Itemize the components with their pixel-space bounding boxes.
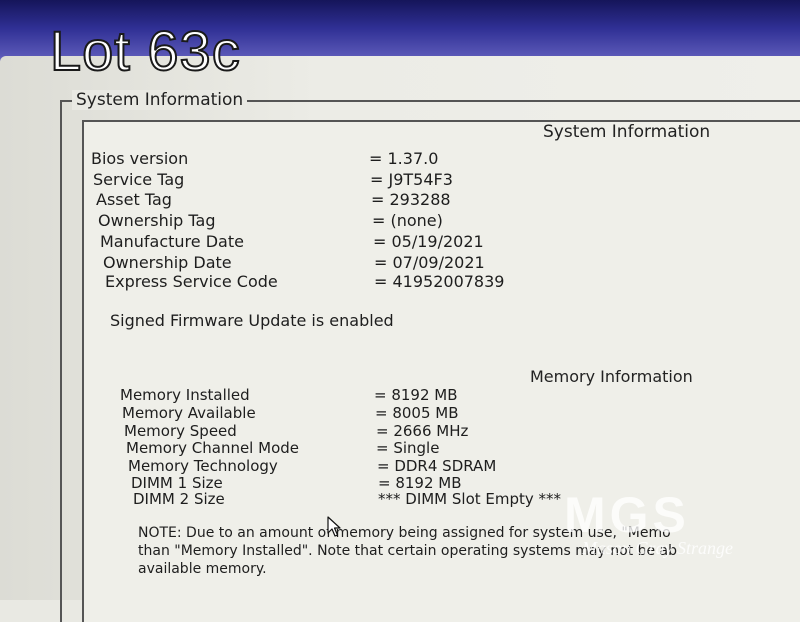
- watermark-logo: MGS: [564, 487, 690, 543]
- memory-label: Memory Speed: [124, 422, 237, 440]
- memory-label: Memory Installed: [120, 386, 250, 404]
- memory-label: Memory Technology: [128, 457, 278, 475]
- info-label: Asset Tag: [96, 190, 172, 209]
- info-value: = 05/19/2021: [373, 232, 484, 251]
- info-label: Service Tag: [93, 170, 185, 189]
- firmware-status: Signed Firmware Update is enabled: [110, 311, 394, 330]
- memory-label: Memory Channel Mode: [126, 439, 299, 457]
- panel-heading: System Information: [543, 122, 711, 142]
- memory-value: = 8192 MB: [374, 386, 458, 404]
- info-label: Ownership Date: [103, 253, 232, 272]
- mouse-pointer-icon: [327, 516, 341, 537]
- info-value: = 1.37.0: [369, 149, 439, 168]
- info-label: Express Service Code: [105, 272, 278, 291]
- photo-lot-label: Lot 63c: [49, 18, 241, 83]
- memory-label: DIMM 2 Size: [133, 490, 225, 508]
- info-value: = (none): [372, 211, 443, 230]
- memory-value: = 2666 MHz: [376, 422, 469, 440]
- memory-value: = Single: [376, 439, 440, 457]
- info-label: Manufacture Date: [100, 232, 244, 251]
- memory-label: Memory Available: [122, 404, 256, 422]
- memory-value: = DDR4 SDRAM: [377, 457, 497, 475]
- note-line: available memory.: [138, 561, 267, 577]
- memory-value: = 8005 MB: [375, 404, 459, 422]
- memory-heading: Memory Information: [530, 367, 693, 386]
- frame-title: System Information: [72, 90, 248, 110]
- info-label: Ownership Tag: [98, 211, 216, 230]
- info-value: = 07/09/2021: [374, 253, 485, 272]
- memory-value: *** DIMM Slot Empty ***: [378, 490, 562, 508]
- watermark-tagline: Mason Gray Strange: [582, 538, 733, 558]
- info-value: = 293288: [371, 190, 451, 209]
- info-value: = J9T54F3: [370, 170, 453, 189]
- info-value: = 41952007839: [374, 272, 505, 291]
- info-label: Bios version: [91, 149, 189, 168]
